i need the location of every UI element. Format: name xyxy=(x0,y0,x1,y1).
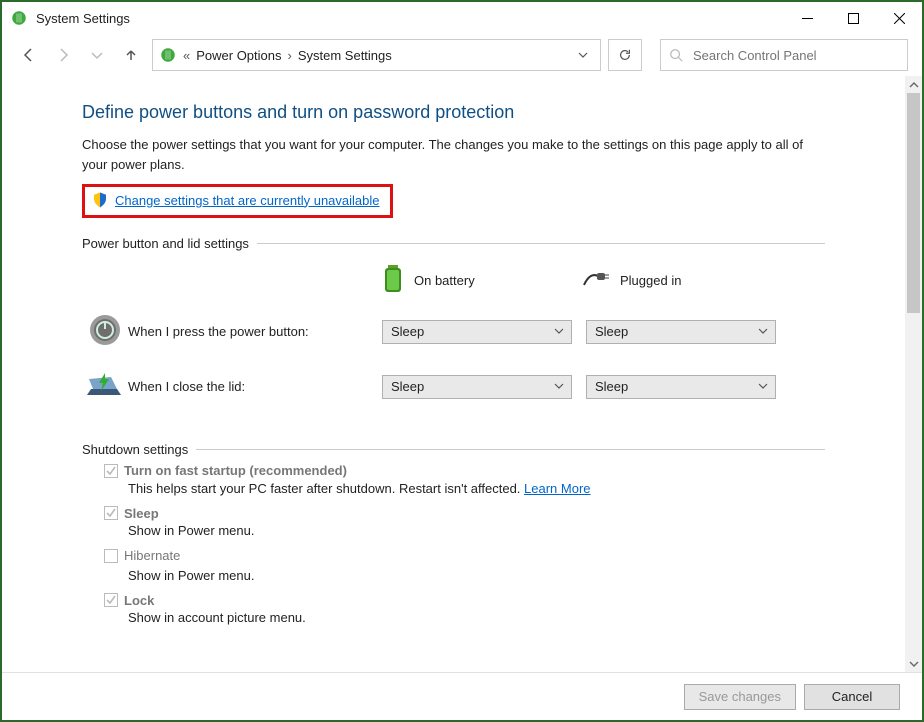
fast-startup-desc: This helps start your PC faster after sh… xyxy=(128,481,825,496)
group2-legend: Shutdown settings xyxy=(82,442,196,457)
forward-button[interactable] xyxy=(50,42,76,68)
power-button-lid-group: Power button and lid settings On battery… xyxy=(82,236,825,424)
change-settings-highlight: Change settings that are currently unava… xyxy=(82,184,393,218)
lid-icon xyxy=(87,371,123,402)
scroll-down-button[interactable] xyxy=(905,655,922,672)
power-button-battery-select[interactable]: Sleep xyxy=(382,320,572,344)
hibernate-desc: Show in Power menu. xyxy=(128,568,825,583)
sleep-checkbox[interactable]: Sleep xyxy=(104,506,159,521)
scrollbar-thumb[interactable] xyxy=(907,93,920,313)
lock-desc: Show in account picture menu. xyxy=(128,610,825,625)
power-button-icon xyxy=(89,314,121,349)
page-intro: Choose the power settings that you want … xyxy=(82,135,825,174)
page-title: Define power buttons and turn on passwor… xyxy=(82,102,825,123)
close-lid-plugged-select[interactable]: Sleep xyxy=(586,375,776,399)
scroll-up-button[interactable] xyxy=(905,76,922,93)
maximize-button[interactable] xyxy=(830,2,876,34)
search-icon xyxy=(669,48,683,62)
breadcrumb-ellipsis[interactable]: « xyxy=(183,48,190,63)
recent-locations-button[interactable] xyxy=(84,42,110,68)
app-icon xyxy=(10,9,28,27)
up-button[interactable] xyxy=(118,42,144,68)
row-power-button: When I press the power button: Sleep Sle… xyxy=(82,314,825,349)
refresh-button[interactable] xyxy=(608,39,642,71)
search-box[interactable] xyxy=(660,39,908,71)
row-close-lid: When I close the lid: Sleep Sleep xyxy=(82,371,825,402)
navbar: « Power Options › System Settings xyxy=(2,34,922,76)
shield-icon xyxy=(91,191,109,209)
chevron-down-icon xyxy=(757,380,769,395)
address-dropdown[interactable] xyxy=(572,40,594,70)
fast-startup-checkbox[interactable]: Turn on fast startup (recommended) xyxy=(104,463,347,478)
close-lid-label: When I close the lid: xyxy=(128,379,382,394)
vertical-scrollbar[interactable] xyxy=(905,76,922,672)
change-settings-link[interactable]: Change settings that are currently unava… xyxy=(115,193,380,208)
col-plugged-in: Plugged in xyxy=(582,265,782,296)
shutdown-settings-group: Shutdown settings Turn on fast startup (… xyxy=(82,442,825,635)
window-title: System Settings xyxy=(36,11,784,26)
content-area: Define power buttons and turn on passwor… xyxy=(2,76,905,672)
power-button-label: When I press the power button: xyxy=(128,324,382,339)
titlebar: System Settings xyxy=(2,2,922,34)
chevron-down-icon xyxy=(553,325,565,340)
close-button[interactable] xyxy=(876,2,922,34)
battery-icon xyxy=(382,265,404,296)
back-button[interactable] xyxy=(16,42,42,68)
breadcrumb-power-options[interactable]: Power Options xyxy=(196,48,281,63)
minimize-button[interactable] xyxy=(784,2,830,34)
breadcrumb-separator: › xyxy=(288,48,292,63)
footer: Save changes Cancel xyxy=(2,672,922,720)
cancel-button[interactable]: Cancel xyxy=(804,684,900,710)
save-button[interactable]: Save changes xyxy=(684,684,796,710)
sleep-desc: Show in Power menu. xyxy=(128,523,825,538)
plug-icon xyxy=(582,270,610,291)
address-icon xyxy=(159,46,177,64)
col-on-battery: On battery xyxy=(382,265,582,296)
close-lid-battery-select[interactable]: Sleep xyxy=(382,375,572,399)
chevron-down-icon xyxy=(757,325,769,340)
group1-legend: Power button and lid settings xyxy=(82,236,257,251)
power-button-plugged-select[interactable]: Sleep xyxy=(586,320,776,344)
learn-more-link[interactable]: Learn More xyxy=(524,481,590,496)
search-input[interactable] xyxy=(691,47,899,64)
breadcrumb-system-settings[interactable]: System Settings xyxy=(298,48,392,63)
chevron-down-icon xyxy=(553,380,565,395)
address-bar[interactable]: « Power Options › System Settings xyxy=(152,39,601,71)
lock-checkbox[interactable]: Lock xyxy=(104,593,154,608)
hibernate-checkbox[interactable]: Hibernate xyxy=(104,548,180,563)
